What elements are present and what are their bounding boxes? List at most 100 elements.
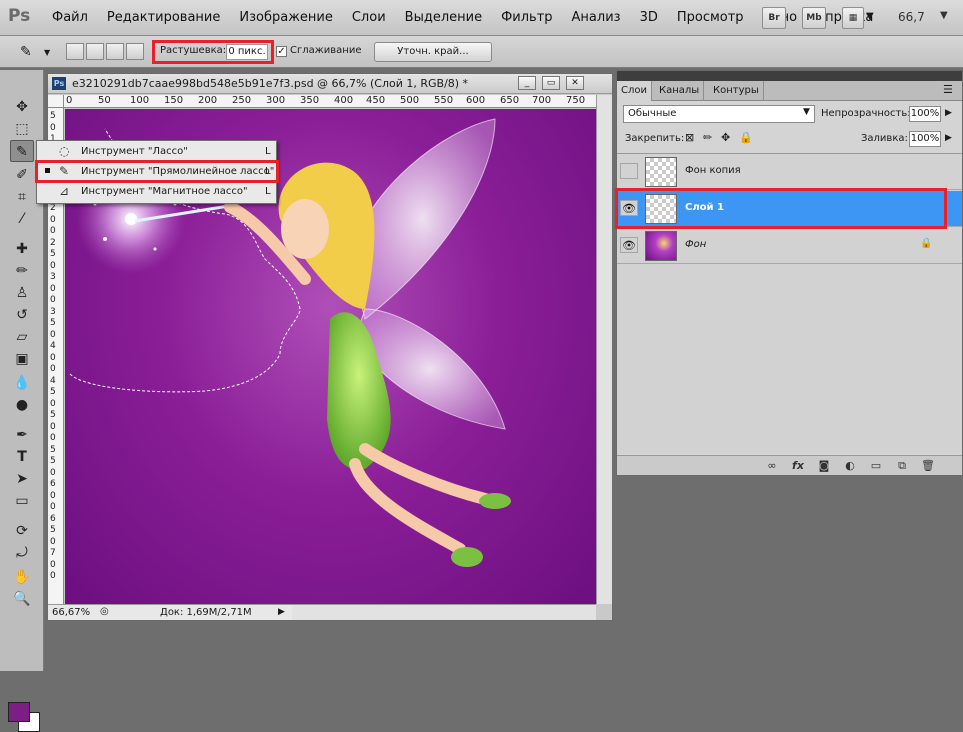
history-brush-icon[interactable]: ↺ <box>10 304 34 326</box>
ruler-tick-label: 0 <box>50 214 56 225</box>
pen-tool-icon[interactable]: ✒ <box>10 424 34 446</box>
feather-input[interactable]: 0 пикс. <box>226 44 268 60</box>
lock-pixels-icon[interactable]: ✏ <box>703 131 712 144</box>
layer-name: Фон <box>685 239 707 250</box>
zoom-level[interactable]: 66,7 <box>898 10 925 24</box>
path-selection-icon[interactable]: ➤ <box>10 468 34 490</box>
minimize-icon[interactable]: _ <box>518 76 536 90</box>
tab-channels[interactable]: Каналы <box>655 81 705 101</box>
fill-input[interactable]: 100% <box>909 131 941 147</box>
ruler-tick-label: 5 <box>50 111 56 121</box>
menu-filter[interactable]: Фильтр <box>501 10 552 25</box>
ruler-tick-label: 400 <box>334 95 354 106</box>
layer-row[interactable]: 👁 Фон 🔒 <box>617 228 962 264</box>
add-selection-icon[interactable] <box>86 43 104 60</box>
menu-edit[interactable]: Редактирование <box>107 10 220 25</box>
brush-tool-icon[interactable]: ✏ <box>10 260 34 282</box>
lock-all-icon[interactable]: 🔒 <box>739 131 753 144</box>
chevron-down-icon[interactable]: ▼ <box>940 10 948 21</box>
ruler-tick-label: 200 <box>198 95 218 106</box>
lock-position-icon[interactable]: ✥ <box>721 131 730 144</box>
adjustment-layer-icon[interactable]: ◐ <box>843 459 857 472</box>
ruler-tick-label: 0 <box>50 364 56 374</box>
polygonal-lasso-icon[interactable]: ✎ <box>20 44 32 60</box>
status-menu-arrow-icon[interactable]: ▶ <box>278 607 285 617</box>
chevron-down-icon[interactable]: ▼ <box>803 107 810 117</box>
menu-file[interactable]: Файл <box>52 10 88 25</box>
quick-selection-icon[interactable]: ✐ <box>10 164 34 186</box>
new-selection-icon[interactable] <box>66 43 84 60</box>
marquee-tool-icon[interactable]: ⬚ <box>10 118 34 140</box>
chevron-right-icon[interactable]: ▶ <box>945 133 952 143</box>
shortcut-key: L <box>265 186 271 197</box>
gradient-tool-icon[interactable]: ▣ <box>10 348 34 370</box>
move-tool-icon[interactable]: ✥ <box>10 96 34 118</box>
shape-tool-icon[interactable]: ▭ <box>10 490 34 512</box>
menu-select[interactable]: Выделение <box>405 10 482 25</box>
smooth-checkbox[interactable]: ✓ <box>276 46 287 57</box>
new-layer-icon[interactable]: ⧉ <box>895 459 909 472</box>
lock-transparency-icon[interactable]: ⊠ <box>685 131 694 144</box>
panel-collapse-bar[interactable] <box>617 71 962 81</box>
intersect-selection-icon[interactable] <box>126 43 144 60</box>
eye-icon[interactable]: 👁 <box>620 237 638 253</box>
flyout-item-magnetic-lasso[interactable]: ⊿ Инструмент "Магнитное лассо" L <box>37 182 276 202</box>
menu-layers[interactable]: Слои <box>352 10 386 25</box>
link-layers-icon[interactable]: ∞ <box>765 459 779 472</box>
ruler-tick-label: 100 <box>130 95 150 106</box>
crop-tool-icon[interactable]: ⌗ <box>10 186 34 208</box>
menu-analysis[interactable]: Анализ <box>572 10 621 25</box>
new-group-icon[interactable]: ▭ <box>869 459 883 472</box>
blur-tool-icon[interactable]: 💧 <box>10 372 34 394</box>
add-mask-icon[interactable]: ◙ <box>817 459 831 472</box>
menu-3d[interactable]: 3D <box>640 10 658 25</box>
horizontal-scrollbar[interactable] <box>292 604 596 620</box>
foreground-color-swatch[interactable] <box>8 702 30 722</box>
ruler-tick-label: 50 <box>98 95 111 106</box>
ruler-tick-label: 0 <box>50 260 56 271</box>
type-tool-icon[interactable]: T <box>10 446 34 468</box>
eraser-tool-icon[interactable]: ▱ <box>10 326 34 348</box>
film-strip-icon[interactable]: ▦ <box>842 7 864 29</box>
dodge-tool-icon[interactable]: ● <box>10 394 34 416</box>
healing-brush-icon[interactable]: ✚ <box>10 238 34 260</box>
hand-tool-icon[interactable]: ✋ <box>10 566 34 588</box>
chevron-down-icon[interactable]: ▼ <box>866 11 874 22</box>
tab-paths[interactable]: Контуры <box>709 81 764 101</box>
subtract-selection-icon[interactable] <box>106 43 124 60</box>
3d-orbit-icon[interactable]: ⤾ <box>10 542 34 564</box>
menu-view[interactable]: Просмотр <box>677 10 744 25</box>
face <box>281 199 329 259</box>
chevron-right-icon[interactable]: ▶ <box>945 108 952 118</box>
visibility-toggle[interactable] <box>620 163 638 179</box>
mini-bridge-button[interactable]: Mb <box>802 7 826 29</box>
3d-rotate-icon[interactable]: ⟳ <box>10 520 34 542</box>
horizontal-ruler[interactable]: 0 50 100 150 200 250 300 350 400 450 500… <box>64 95 596 108</box>
zoom-status-field[interactable]: 66,67% <box>52 607 90 618</box>
stamp-tool-icon[interactable]: ♙ <box>10 282 34 304</box>
lasso-tool-icon[interactable]: ✎ <box>10 140 34 162</box>
ruler-corner[interactable] <box>48 95 64 108</box>
flyout-item-lasso[interactable]: ◌ Инструмент "Лассо" L <box>37 142 276 162</box>
opacity-input[interactable]: 100% <box>909 106 941 122</box>
navigator-icon[interactable]: ◎ <box>100 606 109 617</box>
close-icon[interactable]: ✕ <box>566 76 584 90</box>
ruler-tick-label: 3 <box>50 306 56 317</box>
blend-mode-select[interactable]: Обычные <box>623 105 815 123</box>
trash-icon[interactable]: 🗑 <box>921 459 935 472</box>
layer-row[interactable]: Фон копия <box>617 154 962 190</box>
document-tab[interactable]: Ps e3210291db7caae998bd548e5b91e7f3.psd … <box>48 74 612 94</box>
refine-edge-button[interactable]: Уточн. край... <box>374 42 492 62</box>
panel-menu-icon[interactable]: ☰ <box>943 83 953 96</box>
tab-layers[interactable]: Слои <box>617 81 652 101</box>
eyedropper-icon[interactable]: ⁄ <box>10 208 34 230</box>
vertical-scrollbar[interactable] <box>596 95 612 604</box>
zoom-tool-icon[interactable]: 🔍 <box>10 588 34 610</box>
ruler-tick-label: 5 <box>50 525 56 535</box>
chevron-down-icon[interactable]: ▼ <box>44 48 50 57</box>
fx-icon[interactable]: fx <box>791 459 805 472</box>
restore-icon[interactable]: ▭ <box>542 76 560 90</box>
ruler-tick-label: 5 <box>50 456 56 466</box>
menu-image[interactable]: Изображение <box>239 10 332 25</box>
bridge-button[interactable]: Br <box>762 7 786 29</box>
